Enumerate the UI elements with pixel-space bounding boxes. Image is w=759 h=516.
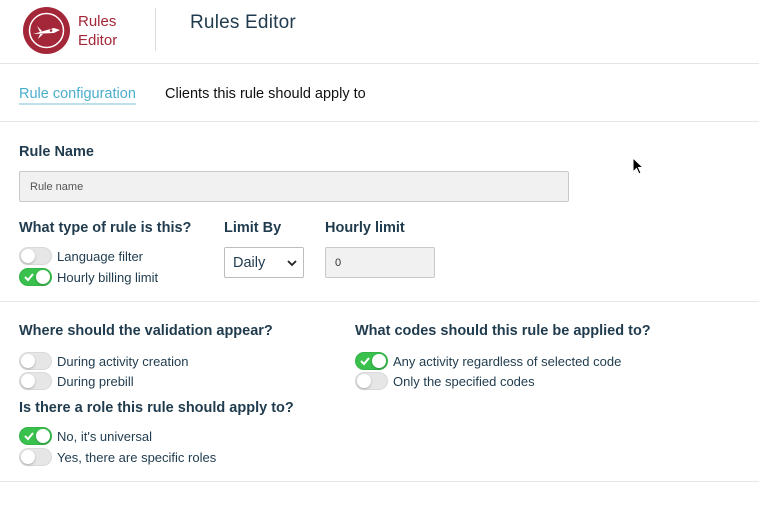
validation-label: Where should the validation appear? — [19, 323, 273, 339]
limit-by-label: Limit By — [224, 220, 282, 236]
hourly-limit-input[interactable] — [325, 247, 435, 278]
universal-toggle[interactable] — [19, 427, 52, 445]
check-icon — [24, 432, 34, 441]
hourly-limit-label: Hourly limit — [325, 220, 405, 236]
specified-codes-label: Only the specified codes — [393, 373, 535, 389]
hourly-billing-label: Hourly billing limit — [57, 269, 159, 285]
toggle-row-hourly-billing[interactable]: Hourly billing limit — [19, 268, 158, 286]
header-divider — [155, 8, 156, 51]
language-filter-label: Language filter — [57, 248, 144, 264]
tab-bar: Rule configuration Clients this rule sho… — [0, 64, 759, 122]
section-divider — [0, 301, 759, 302]
specific-roles-label: Yes, there are specific roles — [57, 449, 217, 465]
toggle-row-activity-creation[interactable]: During activity creation — [19, 352, 189, 370]
any-activity-label: Any activity regardless of selected code — [393, 353, 622, 369]
toggle-row-specified-codes[interactable]: Only the specified codes — [355, 372, 535, 390]
page-title: Rules Editor — [190, 12, 296, 33]
toggle-row-language-filter[interactable]: Language filter — [19, 247, 143, 265]
brand-name: Rules Editor — [78, 12, 117, 50]
brand-line-1: Rules — [78, 13, 117, 30]
tab-clients[interactable]: Clients this rule should apply to — [165, 86, 366, 102]
app-header: Rules Editor Rules Editor — [0, 0, 759, 64]
mouse-cursor-icon — [632, 157, 645, 175]
any-activity-toggle[interactable] — [355, 352, 388, 370]
universal-label: No, it's universal — [57, 428, 152, 444]
brand-line-2: Editor — [78, 32, 118, 49]
toggle-row-prebill[interactable]: During prebill — [19, 372, 134, 390]
activity-creation-label: During activity creation — [57, 353, 189, 369]
roles-label: Is there a role this rule should apply t… — [19, 400, 294, 416]
toggle-row-universal[interactable]: No, it's universal — [19, 427, 152, 445]
specific-roles-toggle[interactable] — [19, 448, 52, 466]
limit-by-select[interactable]: Daily — [224, 247, 304, 278]
chevron-down-icon — [287, 260, 297, 267]
bottom-divider — [0, 481, 759, 482]
codes-label: What codes should this rule be applied t… — [355, 323, 651, 339]
specified-codes-toggle[interactable] — [355, 372, 388, 390]
language-filter-toggle[interactable] — [19, 247, 52, 265]
tab-rule-configuration[interactable]: Rule configuration — [19, 86, 136, 105]
toggle-row-any-activity[interactable]: Any activity regardless of selected code — [355, 352, 621, 370]
rule-name-input[interactable] — [19, 171, 569, 202]
rule-type-label: What type of rule is this? — [19, 220, 192, 236]
hourly-billing-toggle[interactable] — [19, 268, 52, 286]
limit-by-value: Daily — [233, 254, 266, 271]
check-icon — [360, 357, 370, 366]
prebill-label: During prebill — [57, 373, 134, 389]
rule-name-label: Rule Name — [19, 144, 94, 160]
rocket-icon[interactable] — [23, 7, 70, 54]
prebill-toggle[interactable] — [19, 372, 52, 390]
activity-creation-toggle[interactable] — [19, 352, 52, 370]
toggle-row-specific-roles[interactable]: Yes, there are specific roles — [19, 448, 216, 466]
check-icon — [24, 273, 34, 282]
